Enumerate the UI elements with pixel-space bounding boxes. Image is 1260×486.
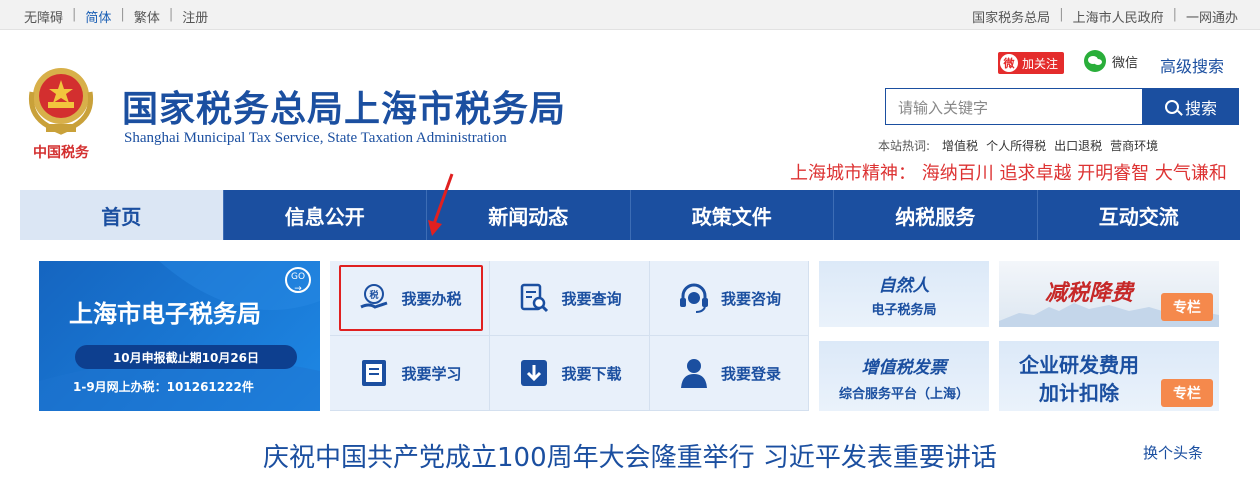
advanced-search-link[interactable]: 高级搜索 — [1160, 53, 1224, 77]
service-tax-handling[interactable]: 税 我要办税 — [330, 261, 490, 336]
svg-text:税: 税 — [370, 289, 379, 301]
service-label: 我要学习 — [401, 364, 462, 383]
promo-title: 企业研发费用 — [1019, 353, 1139, 377]
top-bar-right: 国家税务总局 | 上海市人民政府 | 一网通办 — [972, 7, 1238, 26]
online-count: 1-9月网上办税：101261222件 — [73, 380, 254, 394]
emblem-caption: 中国税务 — [33, 144, 90, 161]
nav-item-service[interactable]: 纳税服务 — [834, 190, 1038, 240]
hot-words: 本站热词: 增值税 个人所得税 出口退税 营商环境 — [878, 137, 1158, 154]
top-bar-left: 无障碍 | 简体 | 繁体 | 注册 — [24, 7, 209, 26]
sat-link[interactable]: 国家税务总局 — [972, 7, 1050, 26]
vat-invoice-promo[interactable]: 增值税发票 综合服务平台（上海） — [819, 341, 989, 411]
wechat-button[interactable]: 微信 — [1084, 50, 1138, 72]
search-button-label: 搜索 — [1184, 98, 1217, 118]
headline-link[interactable]: 庆祝中国共产党成立100周年大会隆重举行 习近平发表重要讲话 — [263, 437, 997, 474]
column-tag: 专栏 — [1161, 293, 1213, 321]
follow-label: 加关注 — [1022, 56, 1059, 71]
service-query[interactable]: 我要查询 — [490, 261, 650, 336]
deadline-badge: 10月申报截止期10月26日 — [75, 345, 297, 369]
hot-word-link[interactable]: 营商环境 — [1110, 137, 1158, 154]
service-consult[interactable]: 我要咨询 — [650, 261, 809, 336]
nav-item-home[interactable]: 首页 — [20, 190, 224, 240]
traditional-chinese-link[interactable]: 繁体 — [134, 7, 160, 26]
nav-item-interaction[interactable]: 互动交流 — [1038, 190, 1241, 240]
swap-headline-link[interactable]: 换个头条 — [1143, 442, 1203, 463]
one-net-link[interactable]: 一网通办 — [1186, 7, 1238, 26]
site-title[interactable]: 国家税务总局上海市税务局 — [122, 80, 566, 132]
promo-title: 增值税发票 — [861, 358, 947, 378]
service-login[interactable]: 我要登录 — [650, 336, 809, 411]
top-bar: 无障碍 | 简体 | 繁体 | 注册 国家税务总局 | 上海市人民政府 | 一网通办 — [0, 0, 1260, 30]
service-label: 我要查询 — [561, 289, 622, 308]
search-button[interactable]: 搜索 — [1143, 88, 1239, 125]
user-icon — [677, 356, 711, 390]
hot-word-link[interactable]: 出口退税 — [1054, 137, 1102, 154]
register-link[interactable]: 注册 — [182, 7, 208, 26]
weibo-follow-button[interactable]: 微 加关注 — [998, 52, 1065, 74]
service-label: 我要下载 — [561, 364, 622, 383]
site-subtitle: Shanghai Municipal Tax Service, State Ta… — [124, 130, 507, 146]
go-icon[interactable]: GO → — [285, 267, 311, 294]
wechat-label: 微信 — [1112, 55, 1139, 71]
nav-item-policy[interactable]: 政策文件 — [631, 190, 834, 240]
natural-person-etax-promo[interactable]: 自然人 电子税务局 — [819, 261, 989, 327]
hot-word-link[interactable]: 个人所得税 — [986, 137, 1046, 154]
service-label: 我要登录 — [720, 364, 781, 383]
promo-title: 自然人 — [878, 276, 930, 296]
service-label: 我要咨询 — [720, 289, 781, 308]
tax-cut-promo[interactable]: 减税降费 专栏 — [999, 261, 1219, 327]
service-learn[interactable]: 我要学习 — [330, 336, 490, 411]
wechat-icon — [1084, 50, 1106, 72]
banner-title: 上海市电子税务局 — [69, 300, 261, 328]
hot-word-link[interactable]: 增值税 — [942, 137, 978, 154]
shanghai-gov-link[interactable]: 上海市人民政府 — [1073, 7, 1164, 26]
simplified-chinese-link[interactable]: 简体 — [85, 7, 111, 26]
book-icon — [357, 356, 391, 390]
accessibility-link[interactable]: 无障碍 — [24, 7, 63, 26]
service-grid: 税 我要办税 我要查询 我要咨询 我要学习 我要下载 我要登录 — [330, 261, 809, 411]
nav-item-info[interactable]: 信息公开 — [224, 190, 427, 240]
service-label: 我要办税 — [401, 289, 462, 308]
city-spirit-slogan: 上海城市精神： 海纳百川 追求卓越 开明睿智 大气谦和 — [790, 163, 1227, 184]
annotation-arrow — [428, 173, 454, 236]
hot-words-label: 本站热词: — [878, 139, 931, 153]
document-search-icon — [517, 281, 551, 315]
search-input[interactable]: 请输入关键字 — [885, 88, 1143, 125]
e-tax-bureau-banner[interactable]: 上海市电子税务局 GO → 10月申报截止期10月26日 1-9月网上办税：101… — [39, 261, 320, 411]
main-nav: 首页 信息公开 新闻动态 政策文件 纳税服务 互动交流 — [20, 190, 1240, 240]
download-icon — [517, 356, 551, 390]
promo-subtitle: 电子税务局 — [871, 303, 937, 318]
rd-deduction-promo[interactable]: 企业研发费用 加计扣除 专栏 — [999, 341, 1219, 411]
tax-emblem-logo[interactable]: 中国税务 — [22, 62, 100, 162]
headset-icon — [677, 281, 711, 315]
search-icon — [1164, 99, 1179, 114]
weibo-icon: 微 — [1000, 54, 1018, 72]
promo-subtitle: 综合服务平台（上海） — [838, 387, 969, 402]
service-download[interactable]: 我要下载 — [490, 336, 650, 411]
tax-hand-icon: 税 — [357, 281, 391, 315]
column-tag: 专栏 — [1161, 379, 1213, 407]
